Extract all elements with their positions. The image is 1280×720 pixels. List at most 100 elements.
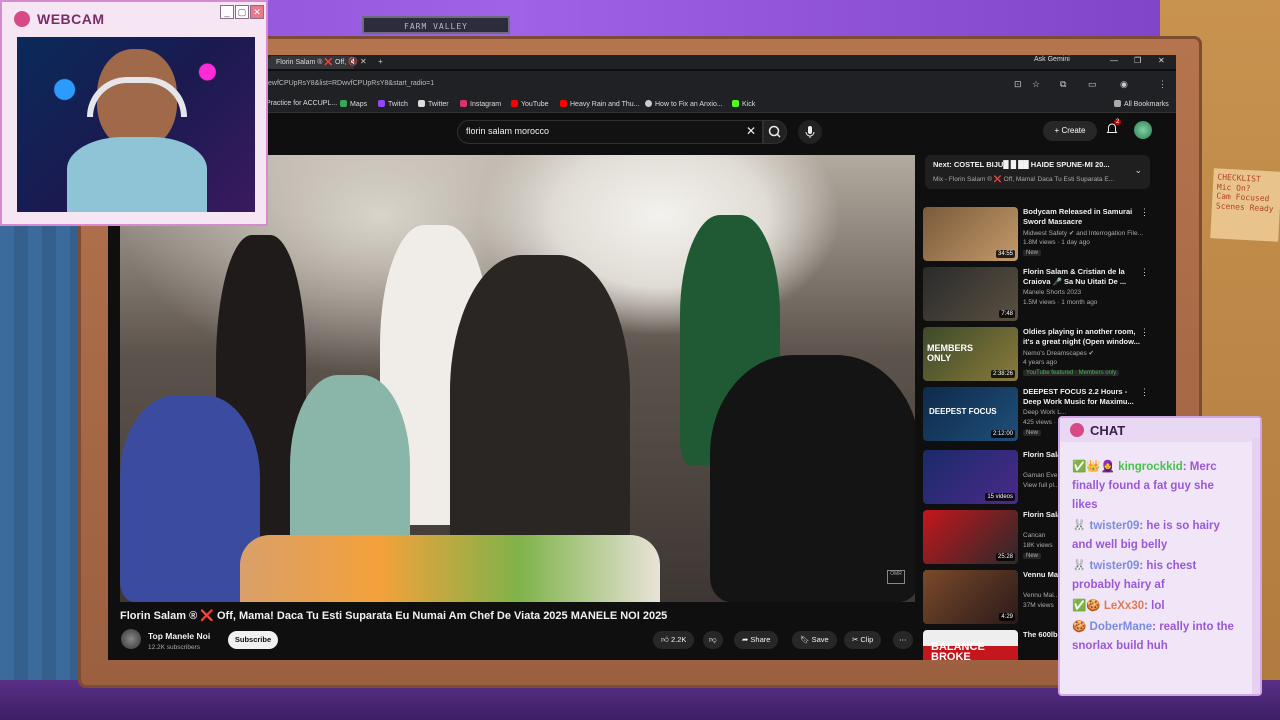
account-avatar[interactable]: [1134, 121, 1152, 139]
channel-avatar[interactable]: [121, 629, 141, 649]
chat-username: LeXx30: [1103, 600, 1145, 612]
recommendation-item[interactable]: MEMBERS ONLY 2:38:26 Oldies playing in a…: [923, 327, 1153, 385]
recommendation-title[interactable]: Florin Salam & Cristian de la Craiova 🎤 …: [1023, 267, 1141, 287]
chat-message: ✅👑🧕 kingrockkid: Merc finally found a fa…: [1072, 461, 1217, 511]
dislike-button[interactable]: 👎︎: [703, 631, 723, 649]
recommendation-channel[interactable]: Cancan: [1023, 532, 1045, 539]
close-window-icon[interactable]: ✕: [1158, 56, 1165, 65]
minimize-window-icon[interactable]: —: [1110, 56, 1118, 65]
video-thumbnail[interactable]: 7:48: [923, 267, 1018, 321]
globe-icon: [645, 100, 652, 107]
video-title: Florin Salam ® ❌ Off, Mama! Daca Tu Esti…: [120, 610, 668, 622]
recommendation-title[interactable]: Oldies playing in another room, it's a g…: [1023, 327, 1141, 347]
recommendation-item[interactable]: 7:48 Florin Salam & Cristian de la Craio…: [923, 267, 1153, 325]
channel-name[interactable]: Top Manele Noi: [148, 631, 210, 641]
video-thumbnail[interactable]: 4:29: [923, 570, 1018, 624]
farm-valley-sign: FARM VALLEY: [362, 16, 510, 34]
new-badge: New: [1023, 250, 1042, 256]
video-figure: [120, 395, 260, 602]
chat-overlay: CHAT ✅👑🧕 kingrockkid: Merc finally found…: [1058, 416, 1262, 696]
video-thumbnail[interactable]: DEEPEST FOCUS 2:12:00: [923, 387, 1018, 441]
restore-window-icon[interactable]: ❐: [1134, 56, 1141, 65]
clear-search-icon[interactable]: ✕: [746, 124, 756, 138]
recommendation-channel[interactable]: Manele Shorts 2023: [1023, 289, 1081, 296]
recommendation-channel[interactable]: Nemo's Dreamscapes ✔: [1023, 349, 1094, 357]
recommendation-channel[interactable]: Midwest Safety ✔ and Interrogation File.…: [1023, 229, 1143, 237]
recommendation-title[interactable]: DEEPEST FOCUS 2.2 Hours - Deep Work Musi…: [1023, 387, 1141, 407]
recommendation-meta: 37M views: [1023, 602, 1054, 609]
more-vert-icon[interactable]: ⋮: [1140, 387, 1149, 398]
recommendation-title[interactable]: Bodycam Released in Samurai Sword Massac…: [1023, 207, 1141, 227]
tab-search-icon[interactable]: ▭: [1088, 79, 1097, 90]
bookmark-star-icon[interactable]: ☆: [1032, 79, 1040, 90]
install-app-icon[interactable]: ⊡: [1014, 79, 1022, 90]
search-input[interactable]: florin salam morocco ✕: [457, 120, 763, 144]
more-vert-icon[interactable]: ⋮: [1140, 327, 1149, 338]
like-button[interactable]: 👍︎ 2.2K: [653, 631, 695, 649]
bookmark-item-heavy-rain[interactable]: Heavy Rain and Thu...: [560, 100, 640, 108]
bookmark-item-youtube[interactable]: YouTube: [511, 100, 549, 108]
chat-header: CHAT: [1060, 418, 1260, 442]
bookmark-item-instagram[interactable]: Instagram: [460, 100, 501, 108]
all-bookmarks-button[interactable]: All Bookmarks: [1114, 100, 1169, 108]
search-button[interactable]: [763, 120, 787, 144]
recommendation-channel[interactable]: Vennu Mal...: [1023, 592, 1059, 599]
chat-username: twister09: [1089, 560, 1140, 572]
x-twitter-icon: [418, 100, 425, 107]
video-food-table: [240, 535, 660, 602]
bookmark-item-twitter[interactable]: Twitter: [418, 100, 449, 108]
duration-badge: 7:48: [999, 310, 1015, 318]
up-next-panel[interactable]: Next: COSTEL BIJU█ █ ██ HAIDE SPUNE-MI 2…: [925, 155, 1150, 189]
more-dots-icon: ⋯: [899, 635, 907, 644]
up-next-title: Next: COSTEL BIJU█ █ ██ HAIDE SPUNE-MI 2…: [933, 160, 1110, 169]
address-bar: ewfCPUpRsY8&list=RDwvfCPUpRsY8&start_rad…: [108, 71, 1176, 97]
video-thumbnail[interactable]: MEMBERS ONLY 2:38:26: [923, 327, 1018, 381]
camera-icon: [14, 11, 30, 27]
webcam-overlay: WEBCAM _ ▢ ✕: [0, 0, 268, 226]
video-thumbnail[interactable]: BALANCE BROKE: [923, 630, 1018, 660]
video-thumbnail[interactable]: 15 videos: [923, 450, 1018, 504]
close-tab-icon[interactable]: ✕: [360, 57, 367, 66]
thumbnail-text: MEMBERS ONLY: [927, 343, 974, 363]
bookmark-item-anxiety[interactable]: How to Fix an Anxio...: [645, 100, 723, 108]
recommendation-meta: 1.5M views · 1 month ago: [1023, 299, 1098, 306]
bookmark-item[interactable]: Practice for ACCUPL...: [266, 100, 337, 107]
new-badge: New: [1023, 430, 1042, 436]
share-button[interactable]: ➦ Share: [734, 631, 779, 649]
more-vert-icon[interactable]: ⋮: [1140, 207, 1149, 218]
voice-search-button[interactable]: [798, 120, 822, 144]
extensions-icon[interactable]: ⧉: [1060, 79, 1066, 90]
recommendation-item[interactable]: 34:55 Bodycam Released in Samurai Sword …: [923, 207, 1153, 265]
bookmark-item-kick[interactable]: Kick: [732, 100, 755, 108]
clip-button[interactable]: ✂ Clip: [844, 631, 882, 649]
subscribe-button[interactable]: Subscribe: [228, 631, 278, 649]
room-left-wall: [0, 220, 90, 720]
profile-icon[interactable]: ◉: [1120, 79, 1128, 90]
thumbnail-text: BALANCE BROKE: [931, 641, 985, 661]
url-field[interactable]: ewfCPUpRsY8&list=RDwvfCPUpRsY8&start_rad…: [268, 80, 434, 87]
recommendation-channel[interactable]: Deep Work L...: [1023, 409, 1066, 416]
create-button[interactable]: + Create: [1043, 121, 1097, 141]
mute-tab-icon[interactable]: 🔇: [348, 57, 358, 66]
maximize-icon: ▢: [235, 5, 249, 19]
more-actions-button[interactable]: ⋯: [893, 631, 913, 649]
instagram-icon: [460, 100, 467, 107]
recommendation-channel[interactable]: Gaman Eve...: [1023, 472, 1063, 479]
bookmark-item-maps[interactable]: Maps: [340, 100, 367, 108]
thumbnail-text: DEEPEST FOCUS: [929, 407, 997, 416]
recommendation-meta: View full pl...: [1023, 482, 1060, 489]
channel-watermark-icon: OMR: [887, 570, 905, 584]
ask-gemini-button[interactable]: Ask Gemini: [1034, 56, 1070, 63]
chevron-down-icon[interactable]: ⌄: [1134, 165, 1142, 176]
browser-menu-icon[interactable]: ⋮: [1158, 79, 1167, 90]
bookmark-item-twitch[interactable]: Twitch: [378, 100, 408, 108]
duration-badge: 25:28: [995, 553, 1015, 561]
save-button[interactable]: 🔖︎ Save: [792, 631, 837, 649]
thumbs-up-icon: 👍︎: [661, 635, 669, 644]
browser-tab-active[interactable]: Florin Salam ® ❌ Off,: [268, 56, 355, 69]
more-vert-icon[interactable]: ⋮: [1140, 267, 1149, 278]
youtube-icon: [511, 100, 518, 107]
video-thumbnail[interactable]: 34:55: [923, 207, 1018, 261]
video-thumbnail[interactable]: 25:28: [923, 510, 1018, 564]
new-tab-icon[interactable]: +: [378, 57, 383, 66]
